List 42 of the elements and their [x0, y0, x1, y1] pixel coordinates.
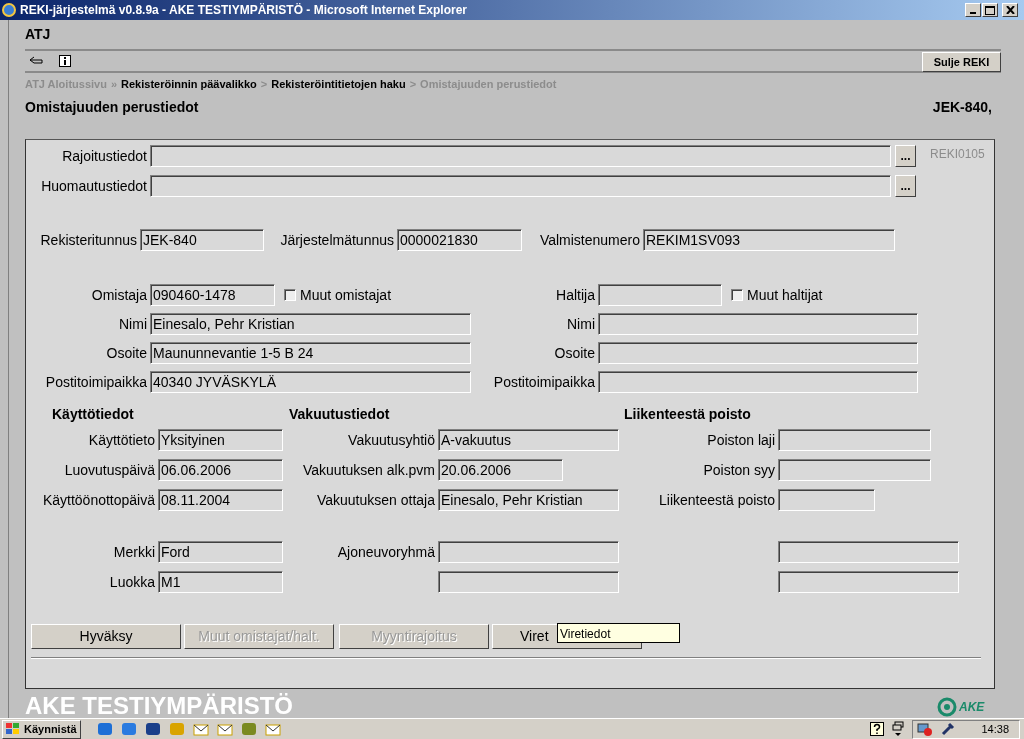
page-title: Omistajuuden perustiedot	[25, 98, 199, 117]
section-heading: Liikenteestä poisto	[624, 406, 751, 422]
vehicle-id: JEK-840,	[932, 98, 992, 117]
section-heading: Käyttötiedot	[52, 406, 134, 422]
field-label: Liikenteestä poisto	[658, 490, 776, 510]
field-label: Merkki	[112, 542, 156, 562]
section-heading: Vakuutustiedot	[289, 406, 390, 422]
field-label: Postitoimipaikka	[44, 372, 148, 392]
breadcrumb-item: >	[260, 77, 268, 92]
field-label: Järjestelmätunnus	[279, 230, 395, 250]
checkbox-label: Muut haltijat	[747, 285, 823, 305]
field-label: Poiston syy	[702, 460, 776, 480]
field-label: Postitoimipaikka	[492, 372, 596, 392]
field-label: Poiston laji	[706, 430, 776, 450]
tooltip: Viretiedot	[557, 623, 680, 643]
field-label: Omistaja	[90, 285, 148, 305]
field-label: Nimi	[118, 314, 148, 334]
breadcrumb-item: »	[110, 77, 118, 92]
window-title: REKI-järjestelmä v0.8.9a - AKE TESTIYMPÄRISTÖ - Microsoft Internet Explorer	[20, 2, 467, 19]
field-label: Vakuutusyhtiö	[347, 430, 436, 450]
field-label: Nimi	[566, 314, 596, 334]
screen-code: REKI0105	[930, 146, 985, 163]
environment-title: AKE TESTIYMPÄRISTÖ	[25, 692, 294, 720]
logo-text: AKE	[959, 699, 985, 716]
field-label: Käyttötieto	[87, 430, 156, 450]
field-label: Vakuutuksen ottaja	[315, 490, 436, 510]
checkbox-label: Muut omistajat	[300, 285, 392, 305]
field-label: Rajoitustiedot	[61, 146, 148, 166]
app-title: ATJ	[24, 25, 52, 44]
field-label: Rekisteritunnus	[39, 230, 138, 250]
field-label: Käyttöönottopäivä	[41, 490, 156, 510]
field-label: Luovutuspäivä	[63, 460, 156, 480]
clock: 14:38	[981, 721, 1009, 737]
field-label: Osoite	[105, 343, 148, 363]
field-label: Huomautustiedot	[40, 176, 148, 196]
field-label: Vakuutuksen alk.pvm	[301, 460, 436, 480]
field-label: Haltija	[555, 285, 596, 305]
field-label: Valmistenumero	[538, 230, 641, 250]
field-label: Ajoneuvoryhmä	[336, 542, 436, 562]
field-label: Osoite	[553, 343, 596, 363]
breadcrumb-item: >	[409, 77, 417, 92]
field-label: Luokka	[108, 572, 156, 592]
